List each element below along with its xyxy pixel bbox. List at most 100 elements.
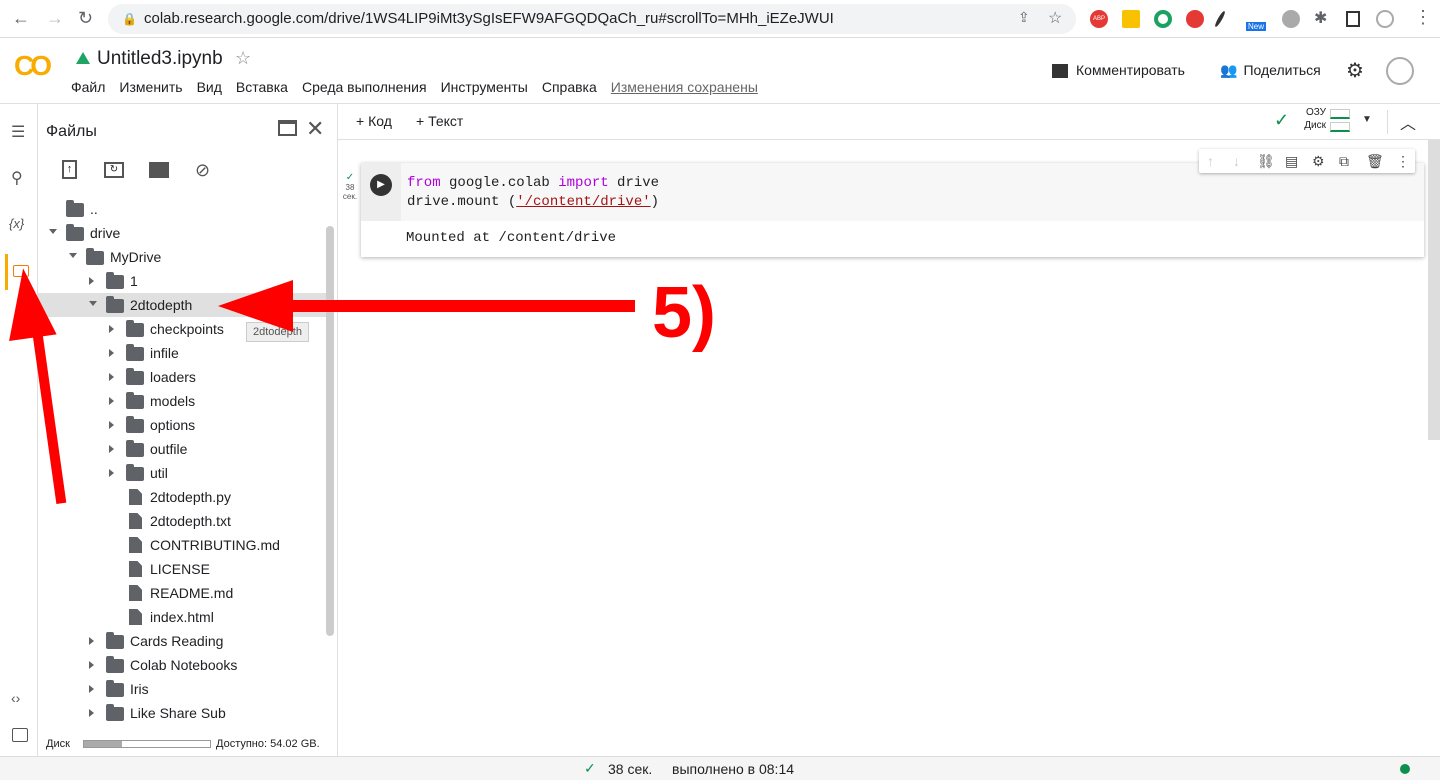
expand-toggle-icon[interactable] [109,397,114,405]
back-icon[interactable]: ← [12,8,30,29]
resources-button[interactable]: ОЗУ Диск [1296,107,1326,131]
expand-toggle-icon[interactable] [109,421,114,429]
extension-globe-icon[interactable] [1282,10,1300,28]
menu-view[interactable]: Вид [197,79,222,95]
hide-files-icon[interactable]: ⊘ [195,160,210,181]
expand-toggle-icon[interactable] [109,325,114,333]
tree-item[interactable]: README.md [38,581,328,605]
account-avatar[interactable] [1386,57,1414,85]
mount-drive-icon[interactable] [149,162,169,178]
refresh-folder-icon[interactable]: ↻ [104,162,124,178]
expand-toggle-icon[interactable] [89,277,94,285]
expand-toggle-icon[interactable] [89,661,94,669]
comment-button[interactable]: Комментировать [1052,62,1185,79]
comment-cell-icon[interactable]: ▤ [1285,149,1298,173]
upload-icon[interactable]: ↑ [62,160,77,179]
mirror-cell-icon[interactable]: ⧉ [1339,149,1349,173]
expand-toggle-icon[interactable] [109,469,114,477]
expand-toggle-icon[interactable] [89,637,94,645]
tree-item[interactable]: options [38,413,328,437]
expand-toggle-icon[interactable] [69,253,77,258]
reload-icon[interactable]: ↻ [78,8,93,29]
notebook-title[interactable]: Untitled3.ipynb [97,48,223,70]
expand-toggle-icon[interactable] [89,709,94,717]
tree-item[interactable]: index.html [38,605,328,629]
expand-toggle-icon[interactable] [109,349,114,357]
menu-insert[interactable]: Вставка [236,79,288,95]
profile-avatar[interactable] [1376,10,1394,28]
menu-runtime[interactable]: Среда выполнения [302,79,427,95]
search-icon[interactable]: ⚲ [11,168,23,188]
forward-icon[interactable]: → [46,8,64,29]
variables-icon[interactable]: {x} [9,216,24,231]
expand-toggle-icon[interactable] [89,685,94,693]
tree-item-label: .. [90,201,98,217]
star-icon[interactable]: ☆ [235,48,251,69]
colab-logo[interactable]: CO [14,50,52,82]
adblock-icon[interactable]: ABP [1090,10,1108,28]
tree-item[interactable]: drive [38,221,328,245]
menu-file[interactable]: Файл [71,79,105,95]
menu-tools[interactable]: Инструменты [441,79,528,95]
tree-scrollbar[interactable] [326,226,334,636]
move-down-icon[interactable]: ↓ [1233,149,1240,173]
extension-circle-icon[interactable] [1154,10,1172,28]
tree-item[interactable]: util [38,461,328,485]
main-scrollbar[interactable] [1428,140,1440,440]
extension-new-badge[interactable]: New [1246,22,1267,31]
add-code-button[interactable]: + Код [356,113,392,129]
more-icon[interactable]: ⋮ [1396,149,1410,173]
open-in-tab-icon[interactable] [278,120,297,136]
extensions-puzzle-icon[interactable]: ✱ [1314,8,1327,28]
collapse-chevron-icon[interactable]: ︿ [1400,110,1416,134]
add-text-button[interactable]: + Текст [416,113,463,129]
extension-bookmark-icon[interactable] [1122,10,1140,28]
tree-item[interactable]: Iris [38,677,328,701]
drive-icon [76,52,90,64]
saved-status-link[interactable]: Изменения сохранены [611,79,758,95]
code-cell[interactable]: ▶ from google.colab import drive drive.m… [361,149,1424,257]
tree-item[interactable]: infile [38,341,328,365]
terminal-icon[interactable] [12,728,28,742]
menu-edit[interactable]: Изменить [119,79,182,95]
tree-item[interactable]: 2dtodepth.py [38,485,328,509]
extension-pen-icon[interactable] [1213,10,1227,28]
expand-toggle-icon[interactable] [49,229,57,234]
expand-toggle-icon[interactable] [89,301,97,306]
tree-item[interactable]: .. [38,197,328,221]
tree-item[interactable]: 2dtodepth.txt [38,509,328,533]
tree-item-label: infile [150,345,179,361]
tree-item[interactable]: Cards Reading [38,629,328,653]
annotation-arrow-shaft [290,300,635,312]
tree-item[interactable]: Colab Notebooks [38,653,328,677]
sidebar-toggle-icon[interactable] [1346,11,1360,27]
runtime-dropdown-icon[interactable]: ▼ [1362,114,1372,125]
tree-item[interactable]: CONTRIBUTING.md [38,533,328,557]
toc-icon[interactable]: ☰ [11,122,25,142]
tree-item[interactable]: LICENSE [38,557,328,581]
extension-hand-icon[interactable] [1186,10,1204,28]
address-bar[interactable]: 🔒 colab.research.google.com/drive/1WS4LIP… [108,4,1076,34]
delete-icon[interactable]: 🗑 [1366,149,1384,173]
menu-help[interactable]: Справка [542,79,597,95]
tree-item[interactable]: Like Share Sub [38,701,328,725]
link-icon[interactable]: ⛓ [1257,149,1275,173]
browser-menu-icon[interactable]: ⋮ [1414,7,1432,28]
share-button[interactable]: 👥 Поделиться [1220,62,1321,79]
comment-label: Комментировать [1076,62,1185,78]
settings-gear-icon[interactable]: ⚙ [1346,58,1364,83]
expand-toggle-icon[interactable] [109,445,114,453]
bookmark-star-icon[interactable]: ☆ [1048,8,1062,28]
expand-toggle-icon[interactable] [109,373,114,381]
cell-settings-icon[interactable]: ⚙ [1312,149,1325,173]
tree-item[interactable]: MyDrive [38,245,328,269]
tree-item[interactable]: loaders [38,365,328,389]
run-button-icon[interactable]: ▶ [370,174,392,196]
share-page-icon[interactable]: ⇪ [1018,9,1030,26]
disk-available: Доступно: 54.02 GB. [216,738,320,750]
tree-item[interactable]: models [38,389,328,413]
code-snippets-icon[interactable]: ‹› [11,690,20,706]
move-up-icon[interactable]: ↑ [1207,149,1214,173]
tree-item[interactable]: outfile [38,437,328,461]
close-icon[interactable]: ✕ [306,116,324,142]
